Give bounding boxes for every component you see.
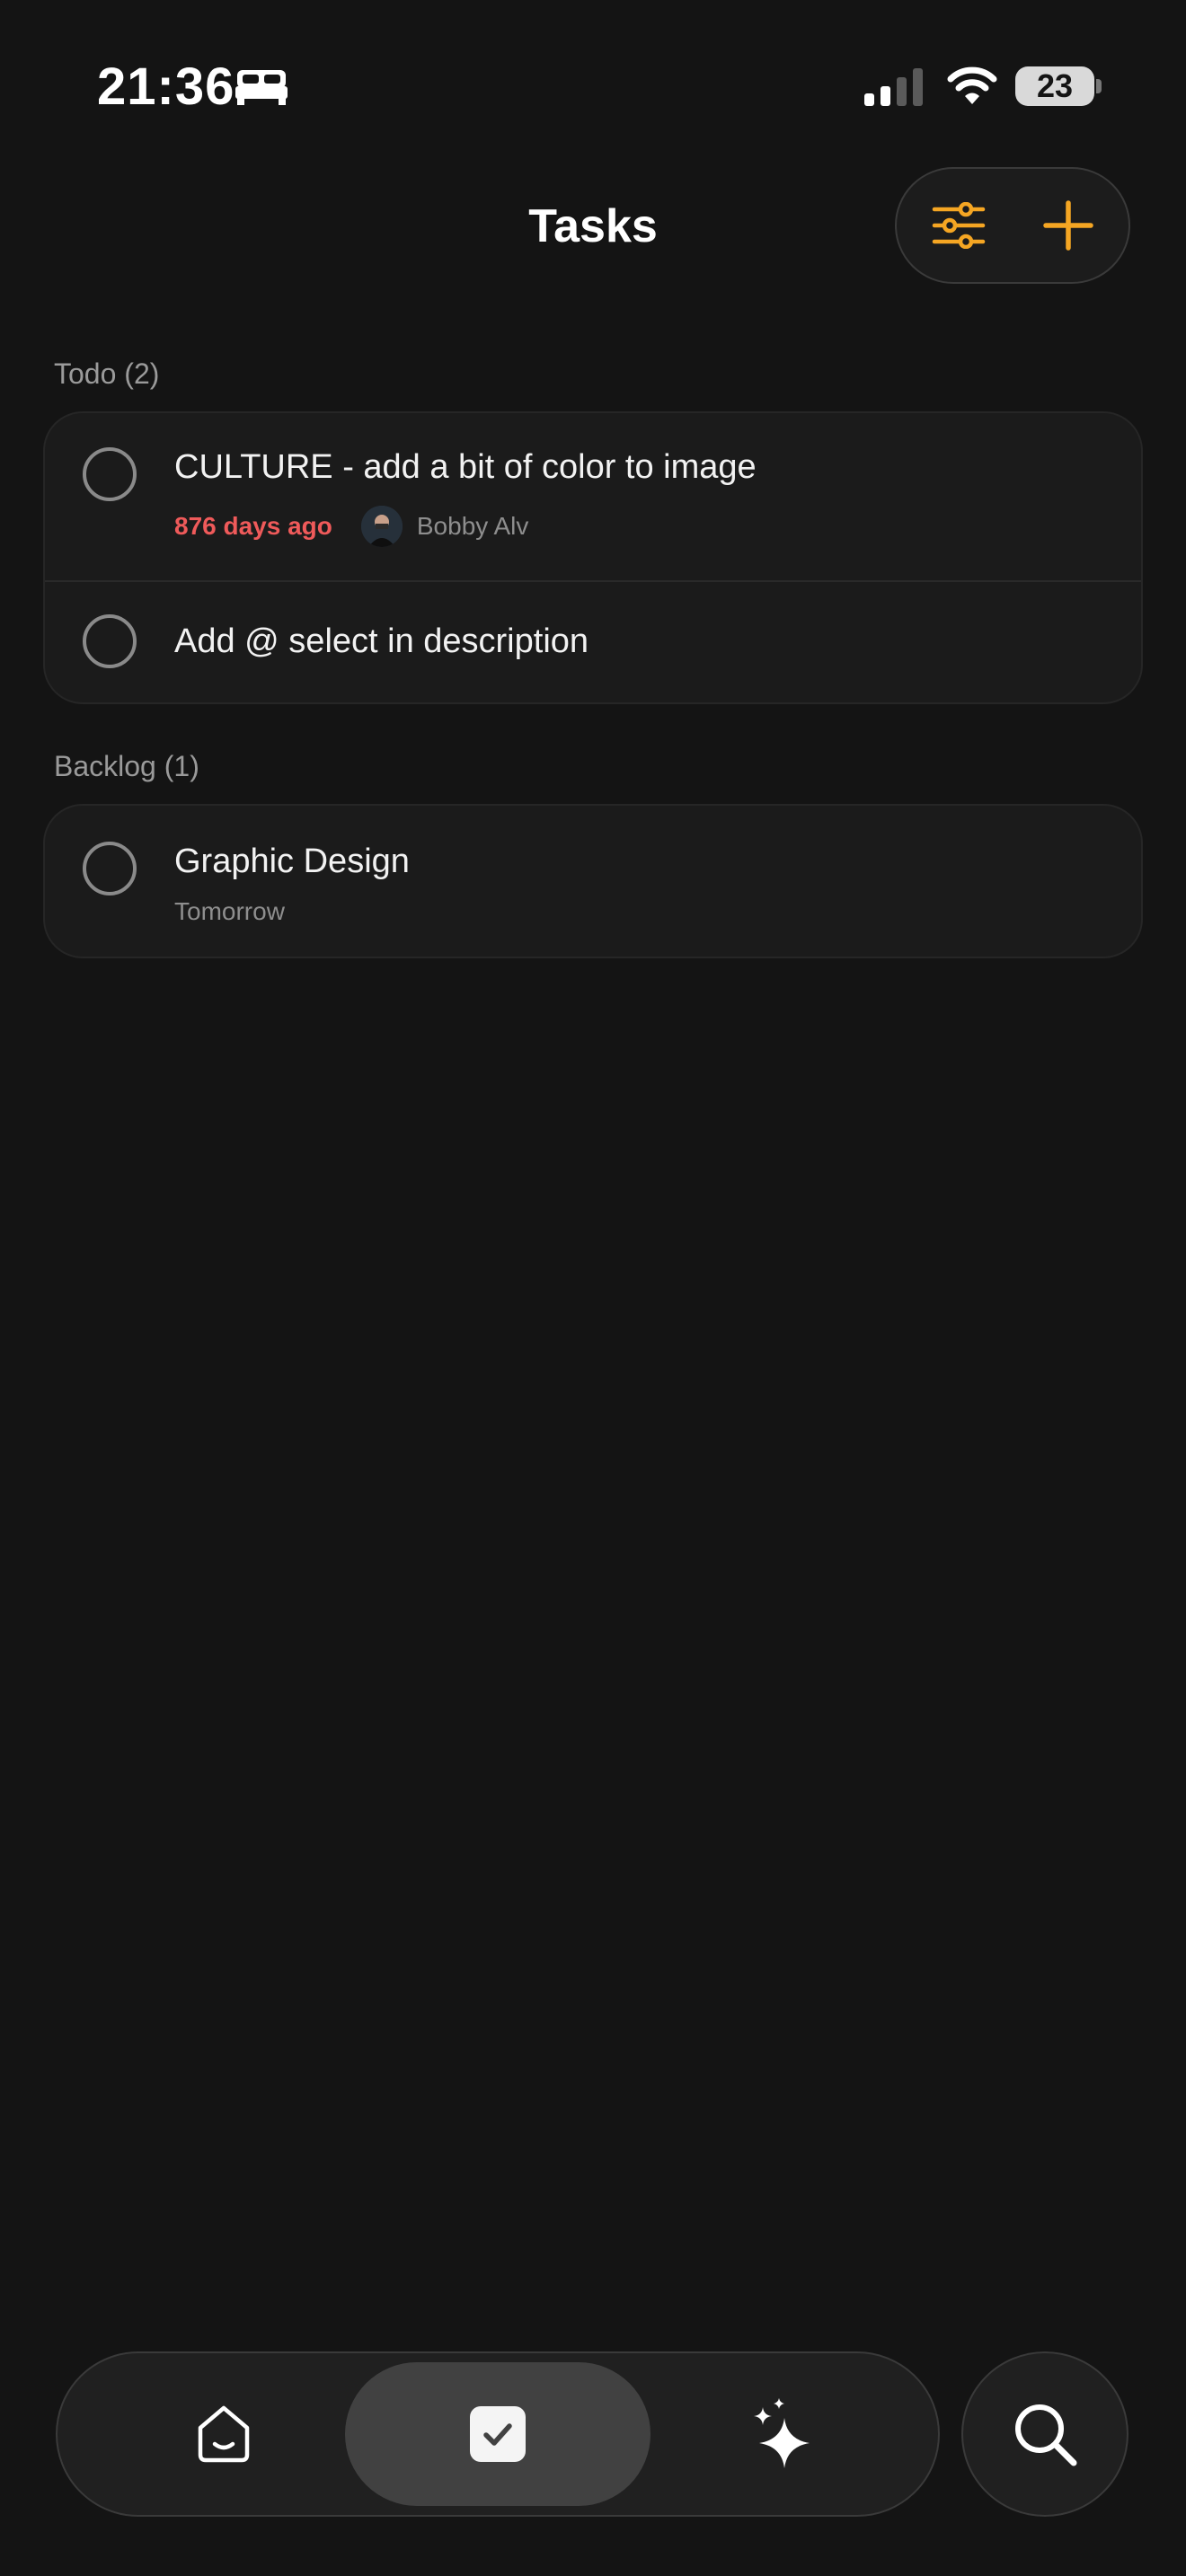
- filter-button[interactable]: [913, 180, 1005, 271]
- bed-icon: [235, 70, 288, 105]
- task-row[interactable]: CULTURE - add a bit of color to image 87…: [45, 413, 1141, 580]
- sparkles-icon: [754, 2398, 810, 2468]
- task-complete-checkbox[interactable]: [83, 614, 137, 668]
- task-assignee: Bobby Alv: [416, 512, 529, 540]
- battery-tip: [1096, 79, 1102, 93]
- task-list-todo: CULTURE - add a bit of color to image 87…: [43, 411, 1143, 704]
- avatar-image: [360, 506, 403, 547]
- tab-ai[interactable]: [668, 2362, 893, 2506]
- task-complete-checkbox[interactable]: [83, 842, 137, 895]
- task-list-backlog: Graphic Design Tomorrow: [43, 804, 1143, 958]
- search-button[interactable]: [961, 2351, 1128, 2517]
- checkbox-icon: [470, 2406, 526, 2462]
- task-row[interactable]: Graphic Design Tomorrow: [45, 806, 1141, 957]
- task-title: CULTURE - add a bit of color to image: [174, 448, 757, 486]
- avatar: [360, 506, 403, 547]
- wifi-icon: [947, 66, 997, 104]
- battery-icon: 23: [1015, 66, 1102, 106]
- battery-level: 23: [1015, 66, 1094, 106]
- task-row[interactable]: Add @ select in description: [45, 580, 1141, 702]
- header-actions: [895, 167, 1130, 284]
- plus-icon: [1043, 200, 1093, 251]
- tab-home[interactable]: [111, 2362, 336, 2506]
- task-due-date: Tomorrow: [174, 897, 285, 925]
- add-task-button[interactable]: [1022, 180, 1114, 271]
- task-meta: Tomorrow: [174, 890, 285, 933]
- task-meta: 876 days ago Bobby Alv: [174, 505, 528, 548]
- filter-sliders-icon: [932, 202, 986, 249]
- task-due-date: 876 days ago: [174, 512, 332, 540]
- status-bar: 21:36 23: [0, 0, 1186, 180]
- signal-icon: [864, 68, 923, 106]
- status-time: 21:36: [97, 57, 235, 116]
- tab-tasks[interactable]: [345, 2362, 651, 2506]
- task-title: Graphic Design: [174, 842, 410, 880]
- task-title: Add @ select in description: [174, 622, 589, 660]
- home-icon: [198, 2405, 250, 2463]
- search-icon: [1015, 2404, 1077, 2466]
- task-complete-checkbox[interactable]: [83, 447, 137, 501]
- section-label-backlog: Backlog (1): [54, 750, 199, 782]
- section-label-todo: Todo (2): [54, 357, 160, 390]
- tab-bar: [56, 2351, 940, 2517]
